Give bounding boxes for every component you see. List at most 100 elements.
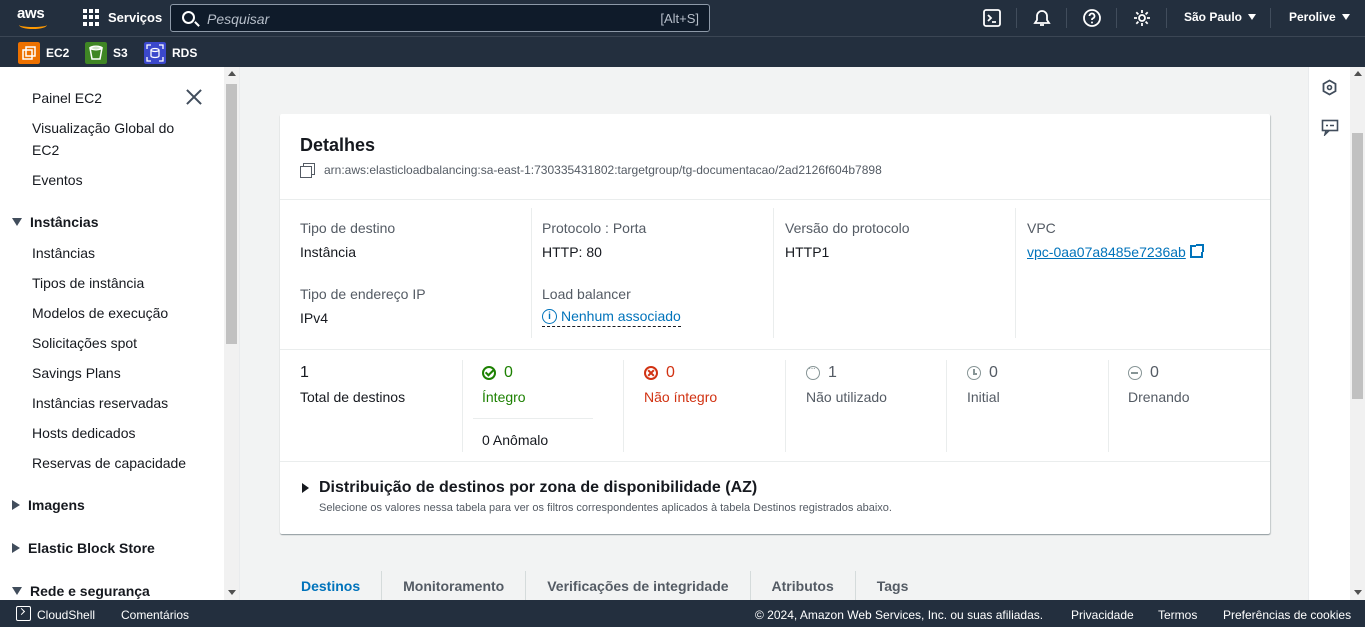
caret-right-icon xyxy=(302,483,309,493)
sidebar-item-instances[interactable]: Instâncias xyxy=(32,245,95,261)
caret-right-icon xyxy=(12,500,20,510)
protocol-value: HTTP: 80 xyxy=(542,244,602,260)
main-scrollbar[interactable] xyxy=(1350,67,1365,600)
tab-targets[interactable]: Destinos xyxy=(280,571,383,600)
search-icon xyxy=(182,11,195,24)
help-icon[interactable] xyxy=(1082,8,1102,28)
caret-right-icon xyxy=(12,543,20,553)
sidebar-item-ec2-dashboard[interactable]: Painel EC2 xyxy=(32,90,102,106)
initial-label: Initial xyxy=(967,389,1000,405)
tab-monitoring[interactable]: Monitoramento xyxy=(382,571,527,600)
services-menu-button[interactable]: Serviços xyxy=(83,9,162,26)
sidebar: Painel EC2 Visualização Global do EC2 Ev… xyxy=(0,67,240,600)
ellipsis-circle-icon xyxy=(806,363,820,380)
sidebar-item-capacity-reservations[interactable]: Reservas de capacidade xyxy=(32,455,186,471)
total-label: Total de destinos xyxy=(300,389,406,405)
unhealthy-label: Não íntegro xyxy=(644,389,718,405)
protocol-label: Protocolo : Porta xyxy=(542,220,647,236)
protocol-version-label: Versão do protocolo xyxy=(785,220,910,236)
favorite-s3[interactable]: S3 xyxy=(85,42,128,64)
healthy-label: Íntegro xyxy=(482,389,526,405)
sidebar-item-global-view[interactable]: Visualização Global do xyxy=(32,120,174,136)
target-type-label: Tipo de destino xyxy=(300,220,396,236)
footer-feedback[interactable]: Comentários xyxy=(121,608,189,622)
caret-down-icon xyxy=(12,587,22,595)
vpc-link[interactable]: vpc-0aa07a8485e7236ab xyxy=(1027,244,1204,260)
info-icon: i xyxy=(542,308,557,324)
tab-health-checks[interactable]: Verificações de integridade xyxy=(526,571,751,600)
sidebar-item-dedicated-hosts[interactable]: Hosts dedicados xyxy=(32,425,136,441)
gear-icon[interactable] xyxy=(1132,8,1152,28)
footer: CloudShell Comentários © 2024, Amazon We… xyxy=(0,600,1365,627)
bell-icon[interactable] xyxy=(1032,8,1052,28)
chevron-down-icon xyxy=(1341,14,1350,20)
sidebar-item-reserved-instances[interactable]: Instâncias reservadas xyxy=(32,395,168,411)
close-icon[interactable] xyxy=(186,89,202,105)
feedback-icon[interactable] xyxy=(1321,119,1339,136)
search-placeholder: Pesquisar xyxy=(207,11,270,27)
ip-type-value: IPv4 xyxy=(300,310,329,326)
tab-bar: Destinos Monitoramento Verificações de i… xyxy=(280,571,929,600)
protocol-version-value: HTTP1 xyxy=(785,244,830,260)
sidebar-section-images[interactable]: Imagens xyxy=(12,497,85,513)
load-balancer-value[interactable]: i Nenhum associado xyxy=(542,308,681,327)
sidebar-section-ebs[interactable]: Elastic Block Store xyxy=(12,540,155,556)
arn-value: arn:aws:elasticloadbalancing:sa-east-1:7… xyxy=(324,163,882,177)
unhealthy-count[interactable]: 0 xyxy=(644,364,675,382)
cloudshell-icon[interactable] xyxy=(982,8,1002,28)
hexagon-info-icon[interactable] xyxy=(1321,79,1338,96)
sidebar-section-instances[interactable]: Instâncias xyxy=(12,214,98,230)
ip-type-label: Tipo de endereço IP xyxy=(300,286,426,302)
chevron-down-icon xyxy=(1248,14,1257,20)
draining-count[interactable]: 0 xyxy=(1128,364,1159,382)
sidebar-item-global-view-line2[interactable]: EC2 xyxy=(32,142,59,158)
favorites-bar: EC2 S3 RDS xyxy=(0,36,1365,67)
check-circle-icon xyxy=(482,366,496,380)
target-type-value: Instância xyxy=(300,244,357,260)
total-count: 1 xyxy=(300,364,309,381)
tab-attributes[interactable]: Atributos xyxy=(751,571,856,600)
footer-terms[interactable]: Termos xyxy=(1158,608,1197,622)
anomalous-label[interactable]: 0 Anômalo xyxy=(482,432,548,448)
sidebar-section-network[interactable]: Rede e segurança xyxy=(12,583,150,599)
initial-count[interactable]: 0 xyxy=(967,364,998,382)
search-shortcut: [Alt+S] xyxy=(660,11,699,26)
footer-cookie-preferences[interactable]: Preferências de cookies xyxy=(1223,608,1351,622)
footer-copyright: © 2024, Amazon Web Services, Inc. ou sua… xyxy=(755,608,1044,622)
tab-tags[interactable]: Tags xyxy=(856,571,930,600)
account-menu[interactable]: Perolive xyxy=(1289,10,1350,24)
az-description: Selecione os valores nessa tabela para v… xyxy=(319,502,892,514)
draining-label: Drenando xyxy=(1128,389,1190,405)
az-distribution-toggle[interactable]: Distribuição de destinos por zona de dis… xyxy=(302,479,757,497)
cloudshell-icon xyxy=(16,606,31,621)
load-balancer-label: Load balancer xyxy=(542,286,631,302)
favorite-rds[interactable]: RDS xyxy=(144,42,197,64)
ec2-icon xyxy=(18,42,40,64)
unused-label: Não utilizado xyxy=(806,389,887,405)
favorite-ec2[interactable]: EC2 xyxy=(18,42,69,64)
clock-icon xyxy=(967,366,981,380)
top-navigation: aws Serviços Pesquisar [Alt+S] São Paulo… xyxy=(0,0,1365,36)
sidebar-item-spot-requests[interactable]: Solicitações spot xyxy=(32,335,137,351)
caret-down-icon xyxy=(12,218,22,226)
arn-row: arn:aws:elasticloadbalancing:sa-east-1:7… xyxy=(300,163,882,178)
sidebar-item-events[interactable]: Eventos xyxy=(32,172,83,188)
services-label: Serviços xyxy=(108,10,163,25)
sidebar-item-instance-types[interactable]: Tipos de instância xyxy=(32,275,144,291)
footer-cloudshell[interactable]: CloudShell xyxy=(37,608,95,622)
region-selector[interactable]: São Paulo xyxy=(1184,10,1257,24)
healthy-count[interactable]: 0 xyxy=(482,364,513,382)
right-tools-rail xyxy=(1308,67,1350,600)
error-circle-icon xyxy=(644,366,658,380)
unused-count[interactable]: 1 xyxy=(806,363,837,382)
footer-privacy[interactable]: Privacidade xyxy=(1071,608,1134,622)
search-input[interactable]: Pesquisar [Alt+S] xyxy=(170,4,710,32)
panel-title: Detalhes xyxy=(300,135,376,155)
aws-logo[interactable]: aws xyxy=(17,5,51,31)
sidebar-item-savings-plans[interactable]: Savings Plans xyxy=(32,365,121,381)
sidebar-item-launch-templates[interactable]: Modelos de execução xyxy=(32,305,168,321)
vpc-label: VPC xyxy=(1027,220,1056,236)
minus-circle-icon xyxy=(1128,366,1142,380)
copy-icon[interactable] xyxy=(300,163,315,178)
sidebar-scrollbar[interactable] xyxy=(224,67,239,600)
